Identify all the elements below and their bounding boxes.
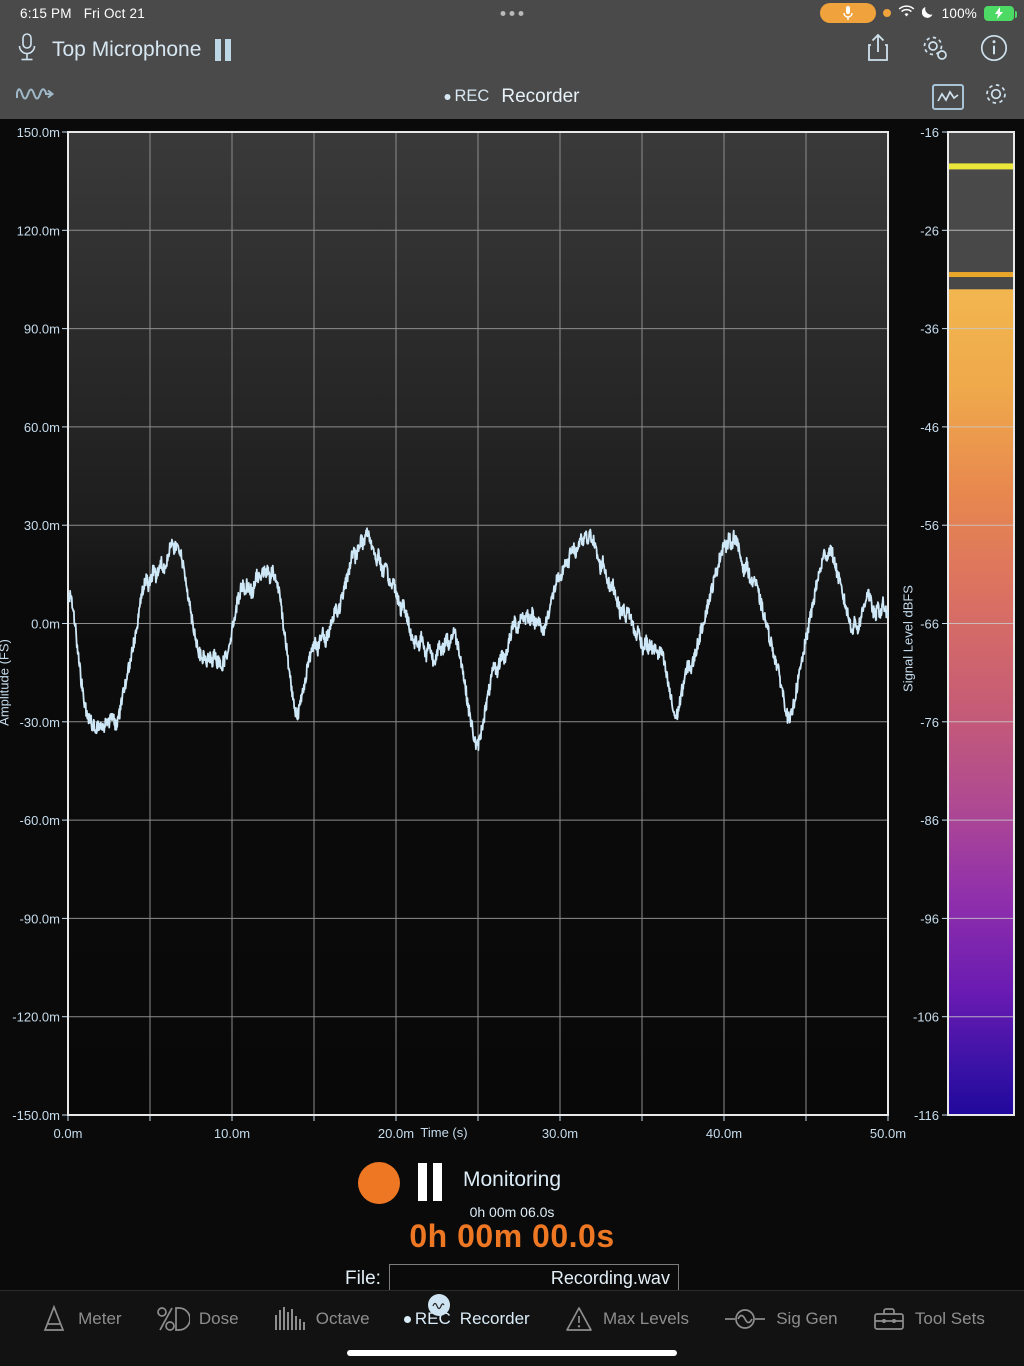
info-icon[interactable] — [980, 34, 1008, 67]
app-screen: 6:15 PM Fri Oct 21 100% Top Microphone R… — [0, 0, 1024, 1366]
svg-text:-76: -76 — [920, 715, 939, 730]
svg-text:-66: -66 — [920, 617, 939, 632]
waveform-plot-area[interactable]: Amplitude (FS) Signal Level dBFS Time (s… — [0, 119, 1024, 1160]
transport-controls: Monitoring 0h 00m 06.0s 0h 00m 00.0s Fil… — [0, 1160, 1024, 1293]
gear-settings-icon[interactable] — [920, 33, 950, 68]
dynamic-island-dots — [500, 10, 524, 16]
battery-charging-icon — [984, 5, 1017, 21]
status-bar-right: 100% — [819, 3, 1017, 23]
svg-text:10.0m: 10.0m — [214, 1126, 250, 1141]
svg-text:-46: -46 — [920, 420, 939, 435]
svg-text:-116: -116 — [914, 1108, 939, 1123]
status-time: 6:15 PM — [20, 5, 72, 21]
share-icon[interactable] — [866, 33, 890, 68]
meter-cone-icon — [39, 1304, 69, 1334]
warning-icon — [564, 1305, 594, 1333]
svg-text:-16: -16 — [920, 125, 939, 140]
status-bar-left: 6:15 PM Fri Oct 21 — [0, 6, 145, 21]
bottom-tab-bar: Meter Dose Octave REC Recorder Max Levels Sig … — [0, 1290, 1024, 1366]
sub-bar-right — [932, 80, 1010, 113]
svg-text:20.0m: 20.0m — [378, 1126, 414, 1141]
rec-indicator: REC — [444, 87, 490, 106]
moon-icon — [921, 5, 935, 22]
svg-text:-150.0m: -150.0m — [12, 1108, 60, 1123]
elapsed-time: 0h 00m 00.0s — [409, 1218, 615, 1254]
waveform-flow-icon[interactable] — [14, 88, 58, 110]
tab-sig-gen[interactable]: Sig Gen — [723, 1306, 838, 1332]
tab-label: Meter — [78, 1309, 122, 1328]
dose-percent-icon — [156, 1304, 190, 1334]
transport-row: Monitoring — [0, 1160, 1024, 1208]
tab-octave[interactable]: Octave — [273, 1305, 370, 1333]
tab-label: Sig Gen — [776, 1309, 838, 1328]
file-label: File: — [345, 1267, 381, 1289]
sub-bar-center: REC Recorder — [444, 85, 580, 108]
svg-text:-26: -26 — [920, 223, 939, 238]
status-date: Fri Oct 21 — [83, 5, 145, 21]
rec-dot-icon — [444, 93, 451, 100]
wifi-icon — [898, 5, 915, 21]
screen-title: Recorder — [501, 85, 580, 107]
svg-text:0.0m: 0.0m — [31, 617, 60, 632]
recorder-sub-bar: REC Recorder — [0, 74, 1024, 119]
svg-text:-30.0m: -30.0m — [20, 715, 60, 730]
svg-text:0.0m: 0.0m — [54, 1126, 83, 1141]
dot-icon — [518, 10, 524, 16]
file-row: File: Recording.wav — [0, 1264, 1024, 1293]
dot-icon — [509, 10, 515, 16]
svg-text:-120.0m: -120.0m — [12, 1010, 60, 1025]
orange-privacy-dot-icon — [882, 9, 891, 17]
waveform-chart: 150.0m 120.0m 90.0m 60.0m 30.0m 0.0m -30.0m -60… — [12, 125, 1015, 1141]
title-bar-right — [866, 33, 1008, 68]
tab-label: Recorder — [459, 1309, 530, 1328]
svg-text:40.0m: 40.0m — [706, 1126, 742, 1141]
svg-text:30.0m: 30.0m — [542, 1126, 578, 1141]
battery-percent: 100% — [941, 5, 977, 21]
title-bar-left: Top Microphone — [0, 32, 232, 69]
tab-label: Max Levels — [602, 1309, 689, 1328]
tab-tool-sets[interactable]: Tool Sets — [872, 1305, 985, 1333]
sine-gen-icon — [723, 1306, 767, 1332]
svg-text:90.0m: 90.0m — [24, 322, 60, 337]
dot-icon — [500, 10, 506, 16]
svg-text:-60.0m: -60.0m — [20, 813, 60, 828]
octave-bars-icon — [273, 1305, 307, 1333]
rec-icon: REC — [403, 1294, 451, 1329]
svg-text:150.0m: 150.0m — [17, 125, 60, 140]
svg-text:60.0m: 60.0m — [24, 420, 60, 435]
microphone-icon[interactable] — [16, 32, 38, 69]
mic-active-pill-icon — [819, 3, 876, 23]
app-title-bar: Top Microphone — [0, 26, 1024, 74]
svg-text:-36: -36 — [920, 322, 939, 337]
ios-status-bar: 6:15 PM Fri Oct 21 100% — [0, 0, 1024, 26]
home-indicator — [347, 1350, 677, 1356]
svg-text:-106: -106 — [913, 1010, 939, 1025]
chart-view-icon[interactable] — [932, 83, 964, 110]
svg-text:120.0m: 120.0m — [17, 223, 60, 238]
tab-label: Tool Sets — [914, 1309, 985, 1328]
svg-text:50.0m: 50.0m — [870, 1126, 906, 1141]
sub-bar-left — [0, 82, 58, 111]
svg-text:-90.0m: -90.0m — [20, 911, 60, 926]
tab-recorder[interactable]: REC Recorder — [403, 1294, 530, 1329]
toolbox-icon — [872, 1305, 906, 1333]
page-title: Top Microphone — [52, 38, 202, 61]
svg-text:30.0m: 30.0m — [24, 518, 60, 533]
svg-text:-86: -86 — [920, 813, 939, 828]
tab-label: Octave — [315, 1309, 370, 1328]
file-name-input[interactable]: Recording.wav — [388, 1264, 679, 1293]
pause-icon[interactable] — [215, 39, 232, 61]
tab-dose[interactable]: Dose — [156, 1304, 239, 1334]
rec-label: REC — [454, 87, 490, 105]
svg-text:-96: -96 — [920, 911, 939, 926]
tab-label: Dose — [198, 1309, 239, 1328]
tab-list: Meter Dose Octave REC Recorder Max Levels Sig … — [0, 1291, 1024, 1347]
gear-icon[interactable] — [982, 80, 1010, 113]
recorder-status: Monitoring — [462, 1168, 562, 1191]
tab-max-levels[interactable]: Max Levels — [564, 1305, 689, 1333]
tab-meter[interactable]: Meter — [39, 1304, 122, 1334]
svg-text:-56: -56 — [920, 518, 939, 533]
